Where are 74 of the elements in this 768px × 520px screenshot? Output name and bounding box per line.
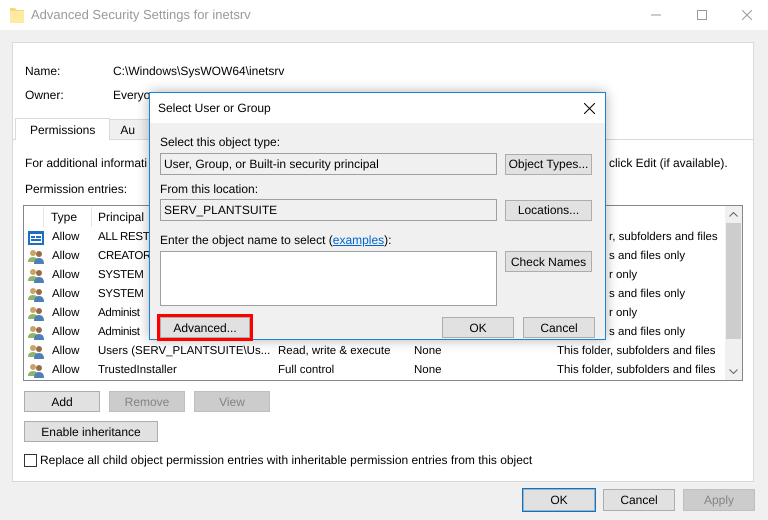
object-type-field: User, Group, or Built-in security principal: [160, 153, 497, 175]
users-icon: [28, 344, 44, 359]
table-cell-text: r, subfolders and files: [609, 230, 718, 245]
users-icon: [28, 363, 44, 378]
table-cell-text: Administ: [98, 324, 141, 340]
table-cell-text: Full control: [278, 362, 336, 378]
examples-link[interactable]: examples: [332, 232, 384, 246]
dialog-button[interactable]: Cancel: [523, 317, 595, 338]
field-label: Select this object type:: [160, 134, 280, 150]
table-cell-text: SYSTEM: [98, 268, 144, 283]
maximize-icon[interactable]: [697, 10, 707, 20]
dialog-button[interactable]: Cancel: [603, 489, 675, 511]
entries-label: Permission entries:: [25, 181, 128, 198]
field-label: Enter the object name to select (examples):: [160, 232, 392, 248]
name-value: C:\Windows\SysWOW64\inetsrv: [113, 63, 284, 80]
table-cell-text: Allow: [52, 230, 80, 245]
name-label: Name:: [25, 63, 62, 80]
dialog-button[interactable]: Advanced...: [160, 317, 250, 338]
table-cell-text: None: [414, 344, 442, 359]
table-cell-text: s and files only: [609, 248, 686, 264]
table-cell-text: TrustedInstaller: [98, 362, 178, 378]
location-field: SERV_PLANTSUITE: [160, 199, 497, 221]
users-icon: [28, 306, 44, 321]
table-cell-text: CREATOR: [98, 248, 151, 264]
table-cell-text: Allow: [52, 286, 80, 302]
owner-label: Owner:: [25, 87, 65, 104]
dialog-button[interactable]: OK: [442, 317, 514, 338]
users-icon: [28, 268, 44, 283]
table-cell-text: Users (SERV_PLANTSUITE\Us...: [98, 344, 272, 359]
checkbox[interactable]: [24, 454, 37, 466]
table-cell-text: s and files only: [609, 324, 686, 340]
table-cell-text: None: [414, 362, 442, 378]
tab[interactable]: Permissions: [15, 118, 110, 140]
users-icon: [28, 325, 44, 340]
table-cell-text: r only: [609, 306, 638, 321]
scroll-up-icon[interactable]: [729, 212, 738, 217]
object-name-field[interactable]: [160, 251, 497, 306]
users-icon: [28, 287, 44, 302]
checkbox-label: Replace all child object permission entries with inheritable permission entries from this object: [40, 452, 532, 469]
info-text: click Edit (if available).: [609, 155, 728, 172]
locations-button[interactable]: Locations...: [505, 200, 592, 220]
table-cell-text: Allow: [52, 362, 80, 378]
scroll-down-icon[interactable]: [729, 369, 738, 374]
table-cell-text: Allow: [52, 324, 80, 340]
table-cell-text: Allow: [52, 268, 80, 283]
folder-icon: [10, 7, 24, 23]
table-cell-text: s and files only: [609, 286, 686, 302]
close-icon[interactable]: [584, 102, 595, 114]
owner-value: Everyo: [113, 87, 150, 104]
table-cell-text: This folder, subfolders and files: [557, 344, 716, 359]
enable-inheritance-button[interactable]: Enable inheritance: [24, 421, 158, 442]
list-button[interactable]: Add: [24, 391, 100, 412]
table-cell-text: Allow: [52, 248, 80, 264]
table-cell-text: Read, write & execute: [278, 344, 392, 359]
app-package-icon: [28, 230, 44, 244]
table-cell-text: Allow: [52, 344, 80, 359]
check-names-button[interactable]: Check Names: [505, 251, 592, 272]
table-cell-text: r only: [609, 268, 638, 283]
table-cell-text: This folder, subfolders and files: [557, 362, 716, 378]
column-header: Type: [44, 207, 92, 227]
table-cell-text: Administ: [98, 306, 141, 321]
dialog-button[interactable]: OK: [523, 489, 595, 511]
info-text: For additional informati: [25, 155, 148, 172]
field-label: From this location:: [160, 180, 258, 198]
table-cell-text: Allow: [52, 306, 80, 321]
column-header: Principal: [97, 209, 144, 226]
object-types-button[interactable]: Object Types...: [505, 154, 592, 174]
scrollbar[interactable]: [725, 206, 742, 380]
dialog-title: Select User or Group: [158, 100, 271, 117]
table-cell-text: ALL REST: [98, 230, 151, 245]
scroll-thumb[interactable]: [726, 223, 741, 339]
table-cell-text: SYSTEM: [98, 286, 144, 302]
window-title: Advanced Security Settings for inetsrv: [31, 6, 251, 24]
users-icon: [28, 249, 44, 264]
